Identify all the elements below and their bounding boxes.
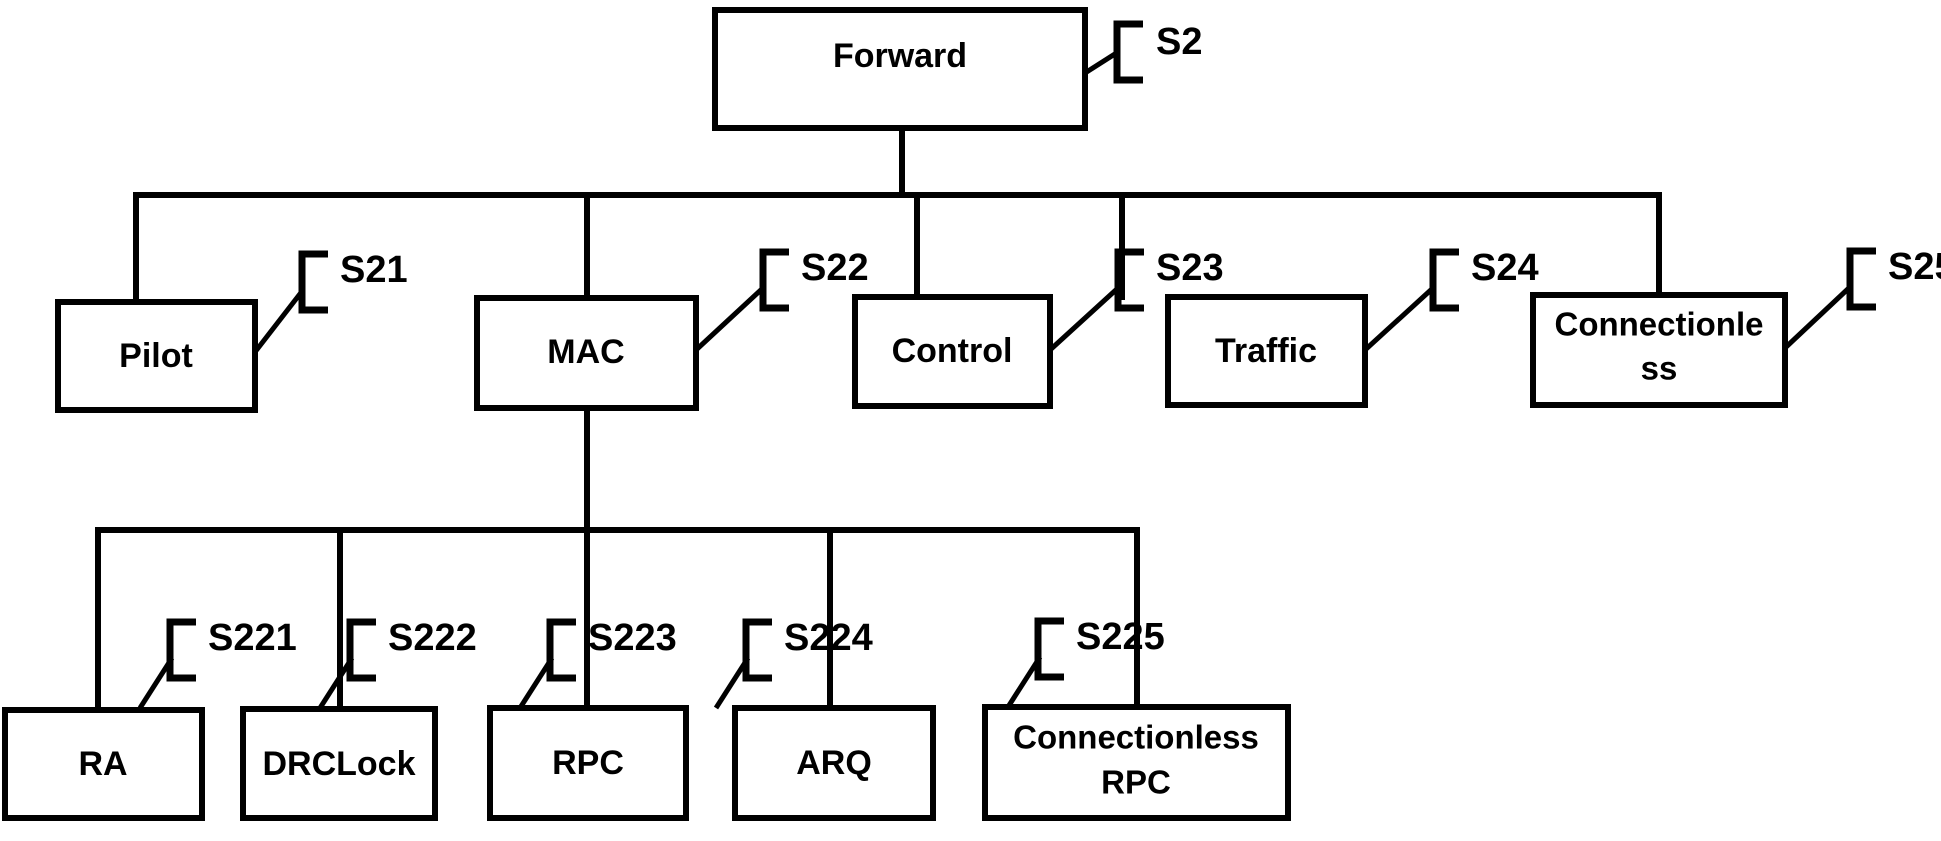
node-forward[interactable]: Forward xyxy=(712,7,1088,131)
reference-label-s23: S23 xyxy=(1156,247,1224,289)
arq-label: ARQ xyxy=(796,744,872,782)
connector-lines xyxy=(95,125,1662,713)
ra-label: RA xyxy=(78,745,127,783)
node-arq[interactable]: ARQ xyxy=(732,705,936,821)
leader-line-s24 xyxy=(1363,286,1435,352)
reference-s22: S22 xyxy=(694,247,869,352)
connectionless-label-line1: Connectionle xyxy=(1554,306,1763,343)
leader-line-s22 xyxy=(694,286,765,352)
node-control[interactable]: Control xyxy=(852,294,1053,409)
reference-s224: S224 xyxy=(713,617,873,710)
control-label: Control xyxy=(892,332,1013,370)
leader-line-s23 xyxy=(1048,286,1120,352)
reference-s225: S225 xyxy=(1005,616,1165,709)
pilot-label: Pilot xyxy=(119,337,193,375)
connectionless-rpc-label-line1: Connectionless xyxy=(1013,719,1259,756)
reference-label-s224: S224 xyxy=(784,617,873,659)
traffic-label: Traffic xyxy=(1215,332,1317,370)
bracket-s225 xyxy=(1034,617,1064,681)
leader-line-s21 xyxy=(253,288,305,354)
node-ra[interactable]: RA xyxy=(2,707,205,821)
node-traffic[interactable]: Traffic xyxy=(1165,294,1368,408)
reference-label-s222: S222 xyxy=(388,617,477,659)
node-rpc[interactable]: RPC xyxy=(487,705,689,821)
connectionless-label-line2: ss xyxy=(1641,350,1678,387)
bracket-s21 xyxy=(298,250,328,314)
reference-label-s25: S25 xyxy=(1888,246,1941,288)
drclock-label: DRCLock xyxy=(262,745,415,783)
reference-s21: S21 xyxy=(253,249,408,354)
reference-s221: S221 xyxy=(137,617,297,710)
reference-label-s24: S24 xyxy=(1471,247,1539,289)
leader-line-s2 xyxy=(1083,49,1120,76)
node-pilot[interactable]: Pilot xyxy=(55,299,258,413)
reference-s24: S24 xyxy=(1363,247,1539,352)
bracket-s223 xyxy=(546,618,576,682)
bracket-s2 xyxy=(1113,20,1143,84)
reference-label-s225: S225 xyxy=(1076,616,1165,658)
node-mac[interactable]: MAC xyxy=(474,295,699,411)
bracket-s221 xyxy=(166,618,196,682)
mac-label: MAC xyxy=(547,333,624,371)
reference-label-s21: S21 xyxy=(340,249,408,291)
reference-s222: S222 xyxy=(317,617,477,710)
reference-s2: S2 xyxy=(1083,20,1202,84)
reference-s223: S223 xyxy=(517,617,677,710)
node-drclock[interactable]: DRCLock xyxy=(240,706,438,821)
leader-line-s25 xyxy=(1783,285,1852,350)
protocol-hierarchy-diagram: Forward S2 Pilot S21 MAC S22 Control S23… xyxy=(2,7,1941,821)
reference-label-s22: S22 xyxy=(801,247,869,289)
node-connectionless-rpc[interactable]: Connectionless RPC xyxy=(982,704,1291,821)
reference-label-s223: S223 xyxy=(588,617,677,659)
bracket-s24 xyxy=(1429,248,1459,312)
diagram-root: Forward S2 Pilot S21 MAC S22 Control S23… xyxy=(0,0,1941,841)
bracket-s25 xyxy=(1846,247,1876,311)
rpc-label: RPC xyxy=(552,744,624,782)
reference-label-s221: S221 xyxy=(208,617,297,659)
bracket-s222 xyxy=(346,618,376,682)
node-connectionless[interactable]: Connectionle ss xyxy=(1530,292,1788,408)
bracket-s22 xyxy=(759,248,789,312)
forward-label: Forward xyxy=(833,37,967,75)
connectionless-rpc-label-line2: RPC xyxy=(1101,764,1171,801)
bracket-s224 xyxy=(742,618,772,682)
reference-s25: S25 xyxy=(1783,246,1941,350)
reference-label-s2: S2 xyxy=(1156,21,1202,63)
